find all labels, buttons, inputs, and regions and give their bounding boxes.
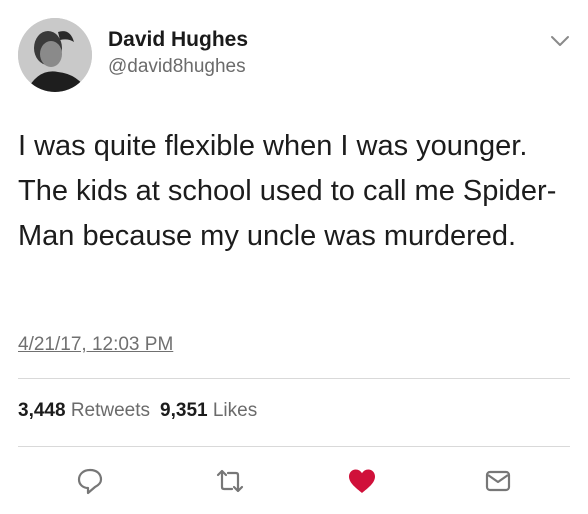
divider xyxy=(18,378,570,379)
retweet-button[interactable] xyxy=(212,466,248,498)
retweets-count: 3,448 xyxy=(18,400,66,421)
tweet-timestamp[interactable]: 4/21/17, 12:03 PM xyxy=(18,334,173,356)
chevron-down-icon[interactable] xyxy=(550,34,570,48)
author-display-name[interactable]: David Hughes xyxy=(108,28,248,52)
reply-button[interactable] xyxy=(72,466,108,498)
tweet-text: I was quite flexible when I was younger.… xyxy=(18,130,557,252)
likes-label: Likes xyxy=(212,400,258,421)
retweets-label: Retweets xyxy=(70,400,151,421)
direct-message-button[interactable] xyxy=(480,466,516,498)
tweet-card: David Hughes @david8hughes I was quite f… xyxy=(0,0,588,514)
retweets-stat[interactable]: 3,448 Retweets xyxy=(18,400,150,421)
heart-icon xyxy=(344,466,380,496)
divider xyxy=(18,446,570,447)
like-button[interactable] xyxy=(344,466,380,498)
likes-stat[interactable]: 9,351 Likes xyxy=(160,400,257,421)
envelope-icon xyxy=(480,466,516,496)
engagement-stats: 3,448 Retweets 9,351 Likes xyxy=(18,400,257,422)
retweet-icon xyxy=(212,466,248,496)
likes-count: 9,351 xyxy=(160,400,208,421)
reply-icon xyxy=(72,466,108,496)
author-handle[interactable]: @david8hughes xyxy=(108,56,246,78)
avatar[interactable] xyxy=(18,18,92,92)
